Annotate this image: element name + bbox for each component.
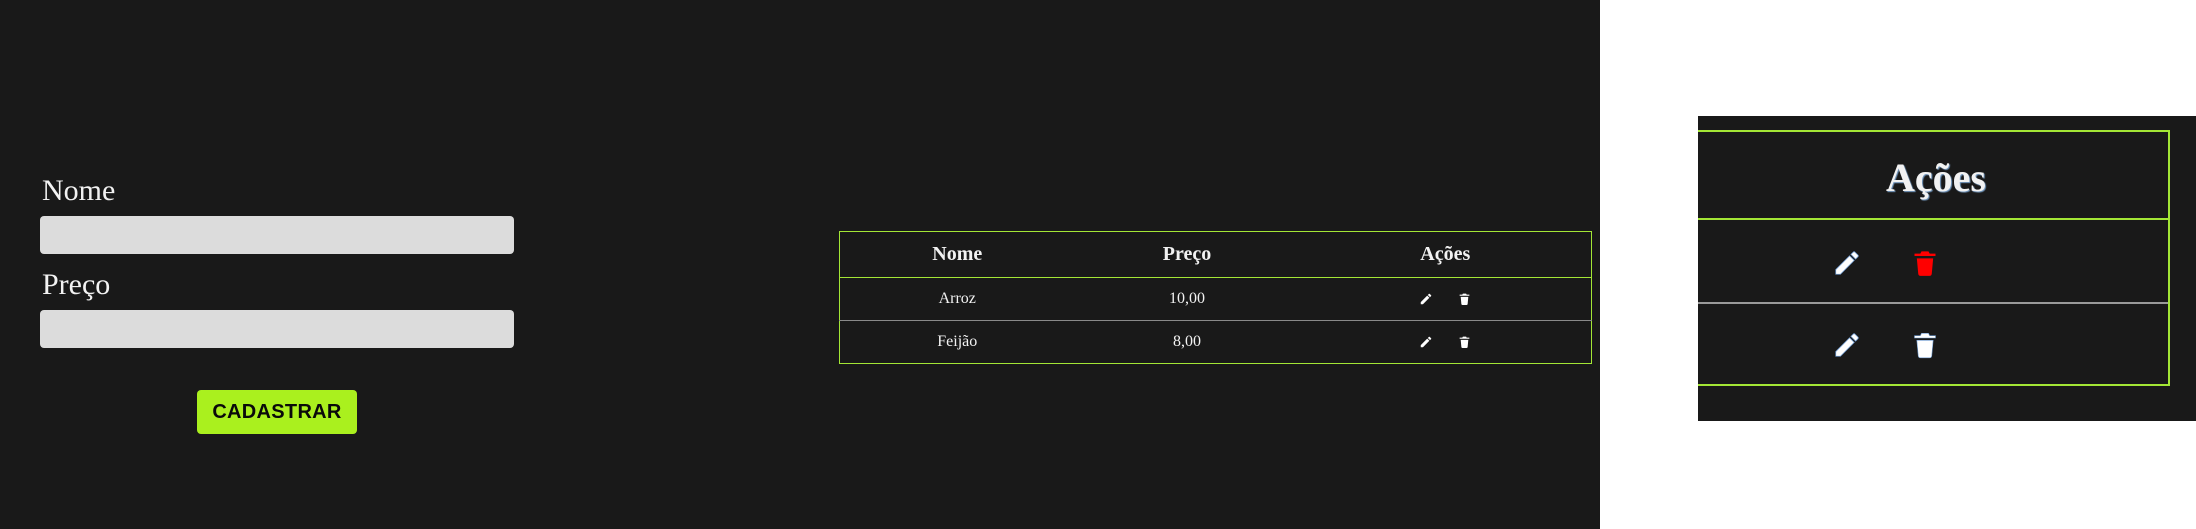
table-header-row: Nome Preço Ações xyxy=(839,231,1592,278)
header-acoes: Ações xyxy=(1299,231,1592,278)
zoomed-actions-panel: Ações xyxy=(1698,116,2196,421)
cell-acoes xyxy=(1300,321,1592,364)
cell-preco: 10,00 xyxy=(1074,277,1300,321)
zoomed-header-acoes: Ações xyxy=(1886,155,1986,200)
cell-nome: Feijão xyxy=(937,333,978,350)
cell-nome: Arroz xyxy=(839,277,1075,321)
trash-icon[interactable] xyxy=(1908,328,1942,362)
edit-icon[interactable] xyxy=(1830,246,1864,280)
cell-acoes xyxy=(1299,277,1592,321)
app-dark-area: Nome Preço CADASTRAR Nome Preço Ações Ar… xyxy=(0,0,1600,529)
trash-icon[interactable] xyxy=(1908,246,1942,280)
header-nome: Nome xyxy=(839,231,1075,278)
preco-input[interactable] xyxy=(40,310,514,348)
nome-label: Nome xyxy=(42,174,116,207)
cell-preco: 8,00 xyxy=(1173,333,1201,350)
nome-input[interactable] xyxy=(40,216,514,254)
header-preco: Preço xyxy=(1074,231,1300,278)
trash-icon[interactable] xyxy=(1455,333,1473,351)
table-row: Feijão 8,00 xyxy=(840,321,1592,364)
products-table: Nome Preço Ações Arroz 10,00 Feijão 8,00 xyxy=(839,231,1592,364)
table-row xyxy=(1698,222,2168,304)
preco-label: Preço xyxy=(42,268,111,301)
edit-icon[interactable] xyxy=(1417,290,1435,308)
cadastrar-button[interactable]: CADASTRAR xyxy=(197,390,357,434)
product-form: Nome Preço xyxy=(40,172,514,360)
edit-icon[interactable] xyxy=(1830,328,1864,362)
zoomed-actions-table: Ações xyxy=(1698,130,2170,386)
table-row xyxy=(1698,306,2168,386)
trash-icon[interactable] xyxy=(1455,290,1473,308)
edit-icon[interactable] xyxy=(1417,333,1435,351)
table-row: Arroz 10,00 xyxy=(839,277,1592,321)
zoomed-header: Ações xyxy=(1698,132,2168,220)
